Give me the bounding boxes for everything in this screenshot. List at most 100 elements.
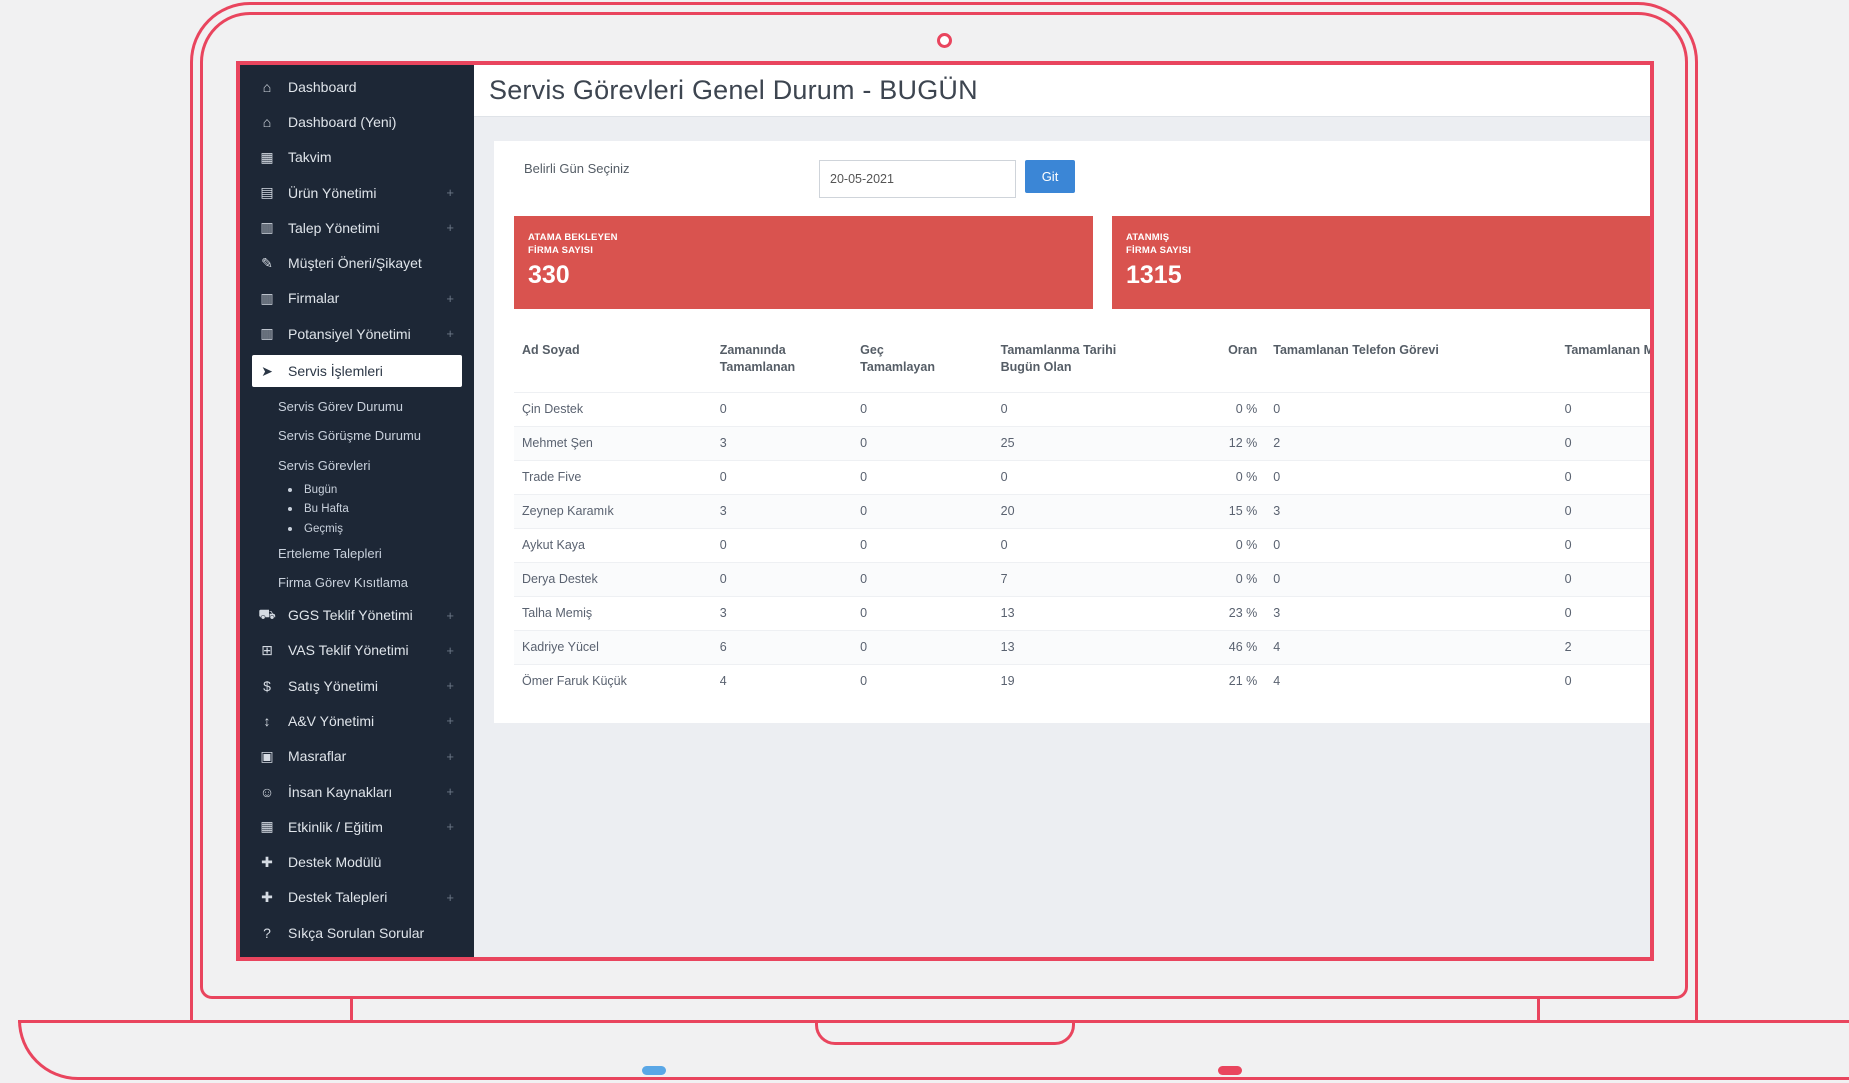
stat-value: 330 (528, 261, 570, 289)
column-header[interactable]: Zamanında Tamamlanan (712, 334, 852, 392)
table-row: Trade Five 0 0 0 0 % 0 0 (514, 459, 1650, 494)
building-icon: ▥ (260, 325, 274, 342)
submenu-item-firma-gorev-kisitlama[interactable]: Firma Görev Kısıtlama (240, 568, 474, 598)
plus-icon[interactable]: + (446, 643, 454, 658)
plus-icon[interactable]: + (446, 678, 454, 693)
column-header[interactable]: Tamamlanma Tarihi Bugün Olan (993, 334, 1201, 392)
sidebar-item-urun-yonetimi[interactable]: ▤ Ürün Yönetimi + (240, 175, 474, 210)
column-header[interactable]: Oran (1201, 334, 1266, 392)
plus-icon[interactable]: + (446, 291, 454, 306)
sidebar-item-ggs-teklif-yonetimi[interactable]: ⛟ GGS Teklif Yönetimi + (240, 597, 474, 632)
sidebar-item-servis-islemleri[interactable]: ➤ Servis İşlemleri (252, 355, 462, 388)
table-cell: 3 (1265, 493, 1557, 528)
sidebar-item-satis-yonetimi[interactable]: $ Satış Yönetimi + (240, 668, 474, 703)
table-cell: 2 (1556, 629, 1650, 664)
table-cell: 0 % (1200, 459, 1266, 494)
column-header[interactable]: Geç Tamamlayan (852, 334, 992, 392)
page-header: Servis Görevleri Genel Durum - BUGÜN (474, 65, 1650, 117)
plus-icon[interactable]: + (446, 819, 454, 834)
plus-icon[interactable]: + (446, 890, 454, 905)
medkit-icon: ✚ (261, 888, 273, 905)
sidebar-item-takvim[interactable]: ▦ Takvim (240, 140, 474, 175)
plus-icon[interactable]: + (446, 608, 454, 623)
home-icon: ⌂ (262, 78, 272, 95)
table-cell: 7 (992, 561, 1201, 596)
content-panel: Belirli Gün Seçiniz Git ATAMA BEKLEYENFİ… (494, 141, 1650, 723)
table-cell: 0 (1556, 425, 1650, 460)
table-cell: 0 (711, 391, 853, 426)
sidebar-item-musteri-oneri-sikayet[interactable]: ✎ Müşteri Öneri/Şikayet (240, 245, 474, 280)
table-cell: Mehmet Şen (514, 425, 712, 460)
table-cell: 3 (711, 425, 853, 460)
main-content: Servis Görevleri Genel Durum - BUGÜN Bel… (474, 65, 1650, 957)
plus-icon[interactable]: + (446, 713, 454, 728)
sidebar-item-potansiyel-yonetimi[interactable]: ▥ Potansiyel Yönetimi + (240, 316, 474, 351)
table-cell: 4 (711, 663, 853, 698)
sidebar-item-sikca-sorulan-sorular[interactable]: ? Sıkça Sorulan Sorular (240, 915, 474, 950)
column-header[interactable]: Ad Soyad (514, 334, 712, 392)
submenu-subitem-bugun[interactable]: Bugün (240, 480, 474, 500)
table-cell: Kadriye Yücel (514, 629, 712, 664)
stat-card-unassigned: ATAMA BEKLEYEN FİRMA SAYISI 330 (514, 216, 1093, 309)
sidebar-item-vas-teklif-yonetimi[interactable]: ⊞ VAS Teklif Yönetimi + (240, 633, 474, 668)
plus-icon[interactable]: + (446, 220, 454, 235)
sidebar-item-etkinlik-egitim[interactable]: ▦ Etkinlik / Eğitim + (240, 809, 474, 844)
submenu-item-servis-gorev-durumu[interactable]: Servis Görev Durumu (240, 391, 474, 421)
table-cell: 0 (1556, 459, 1650, 494)
table-cell: 3 (711, 595, 853, 630)
sidebar-item-firmalar[interactable]: ▥ Firmalar + (240, 281, 474, 316)
go-button[interactable]: Git (1025, 160, 1075, 193)
stat-value: 1315 (1126, 261, 1182, 289)
submenu-subitem-label: Geçmiş (304, 522, 343, 535)
table-cell: 0 (1556, 391, 1650, 426)
sidebar-item-label: Servis İşlemleri (288, 363, 383, 380)
table-cell: 0 (1556, 527, 1650, 562)
clipboard-icon: ▥ (260, 219, 274, 236)
calendar-icon: ▦ (260, 148, 274, 165)
indicator-light (642, 1066, 666, 1075)
plus-icon[interactable]: + (446, 326, 454, 341)
sidebar-item-masraflar[interactable]: ▣ Masraflar + (240, 739, 474, 774)
column-header[interactable]: Tamamlanan Mail Gör (1557, 334, 1650, 392)
sidebar-item-dashboard-yeni[interactable]: ⌂ Dashboard (Yeni) (240, 104, 474, 139)
column-header[interactable]: Tamamlanan Telefon Görevi (1265, 334, 1556, 392)
service-tasks-table: Ad Soyad Zamanında Tamamlanan Geç Tamamlayan… (514, 334, 1650, 698)
calendar-icon: ▦ (260, 818, 274, 835)
sidebar-item-label: Talep Yönetimi (288, 219, 380, 236)
plus-icon[interactable]: + (446, 185, 454, 200)
sidebar-item-a-v-yonetimi[interactable]: ↕ A&V Yönetimi + (240, 703, 474, 738)
plus-icon[interactable]: + (446, 784, 454, 799)
table-row: Ömer Faruk Küçük 4 0 19 21 % 4 0 (514, 663, 1650, 698)
sidebar-item-destek-modulu[interactable]: ✚ Destek Modülü (240, 844, 474, 879)
cart-icon: ⛟ (258, 605, 276, 622)
submenu-item-erteleme-talepleri[interactable]: Erteleme Talepleri (240, 538, 474, 568)
plus-icon[interactable]: + (446, 749, 454, 764)
table-cell: 0 (711, 561, 853, 596)
submenu-subitem-gecmis[interactable]: Geçmiş (240, 519, 474, 539)
table-cell: 0 (852, 595, 993, 630)
medkit-icon: ✚ (261, 853, 273, 870)
stat-label: ATAMA BEKLEYEN FİRMA SAYISI (528, 232, 618, 256)
paper-plane-icon: ➤ (261, 362, 273, 379)
submenu-item-servis-gorevleri[interactable]: Servis Görevleri (240, 450, 474, 480)
table-row: Mehmet Şen 3 0 25 12 % 2 0 (514, 425, 1650, 460)
gavel-icon: ✎ (261, 254, 273, 271)
table-cell: 0 (852, 459, 993, 494)
table-cell: 3 (711, 493, 853, 528)
building-icon: ▥ (260, 289, 274, 306)
table-cell: Aykut Kaya (514, 527, 712, 562)
sidebar-item-label: Ürün Yönetimi (288, 184, 377, 201)
table-cell: 0 (852, 493, 993, 528)
sidebar-item-dashboard[interactable]: ⌂ Dashboard (240, 69, 474, 104)
date-input[interactable] (819, 160, 1016, 198)
sidebar-item-destek-talepleri[interactable]: ✚ Destek Talepleri + (240, 880, 474, 915)
sidebar-item-talep-yonetimi[interactable]: ▥ Talep Yönetimi + (240, 210, 474, 245)
sidebar-item-label: Etkinlik / Eğitim (288, 818, 383, 835)
table-cell: 0 (1265, 527, 1557, 562)
table-cell: 0 (1265, 561, 1557, 596)
sidebar-item-insan-kaynaklari[interactable]: ☺ İnsan Kaynakları + (240, 774, 474, 809)
table-cell: 0 (852, 629, 993, 664)
submenu-item-servis-gorusme-durumu[interactable]: Servis Görüşme Durumu (240, 421, 474, 451)
submenu-subitem-bu-hafta[interactable]: Bu Hafta (240, 499, 474, 519)
money-icon: ▣ (260, 747, 274, 764)
